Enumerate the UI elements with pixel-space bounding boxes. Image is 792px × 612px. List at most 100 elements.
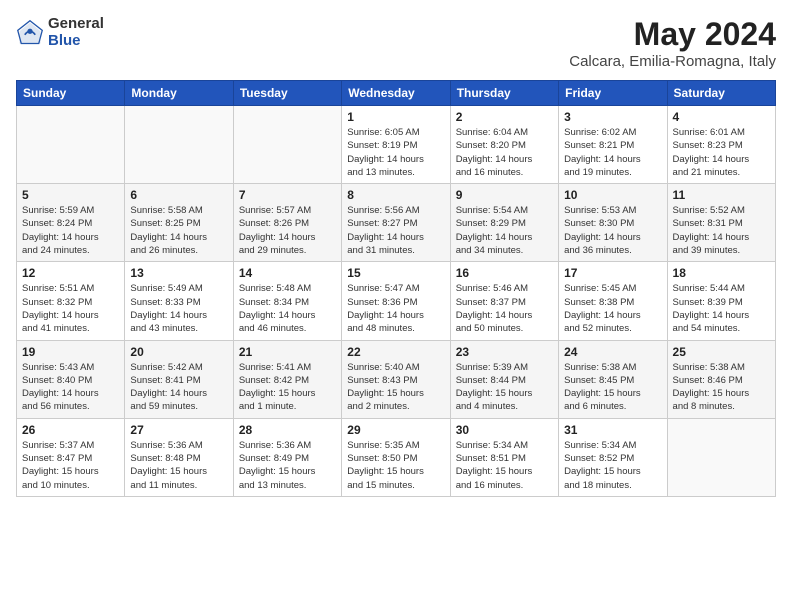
day-number: 30	[456, 423, 553, 437]
day-info: Sunrise: 5:40 AM Sunset: 8:43 PM Dayligh…	[347, 361, 444, 414]
title-block: May 2024 Calcara, Emilia-Romagna, Italy	[569, 16, 776, 70]
day-info: Sunrise: 5:53 AM Sunset: 8:30 PM Dayligh…	[564, 204, 661, 257]
calendar-cell: 28 Sunrise: 5:36 AM Sunset: 8:49 PM Dayli…	[233, 418, 341, 496]
calendar-cell: 16 Sunrise: 5:46 AM Sunset: 8:37 PM Dayli…	[450, 262, 558, 340]
day-info: Sunrise: 5:56 AM Sunset: 8:27 PM Dayligh…	[347, 204, 444, 257]
calendar-cell: 29Sunrise: 5:35 AM Sunset: 8:50 PM Dayli…	[342, 418, 450, 496]
day-info: Sunrise: 5:45 AM Sunset: 8:38 PM Dayligh…	[564, 282, 661, 335]
logo-blue-text: Blue	[48, 33, 104, 50]
calendar-cell: 10 Sunrise: 5:53 AM Sunset: 8:30 PM Dayli…	[559, 184, 667, 262]
day-info: Sunrise: 6:05 AM Sunset: 8:19 PM Dayligh…	[347, 126, 444, 179]
day-number: 19	[22, 345, 119, 359]
header-tuesday: Tuesday	[233, 81, 341, 106]
calendar-cell: 15 Sunrise: 5:47 AM Sunset: 8:36 PM Dayli…	[342, 262, 450, 340]
calendar-table: SundayMondayTuesdayWednesdayThursdayFrid…	[16, 80, 776, 497]
calendar-week-3: 12 Sunrise: 5:51 AM Sunset: 8:32 PM Dayli…	[17, 262, 776, 340]
calendar-cell: 18 Sunrise: 5:44 AM Sunset: 8:39 PM Dayli…	[667, 262, 775, 340]
calendar-cell: 24Sunrise: 5:38 AM Sunset: 8:45 PM Dayli…	[559, 340, 667, 418]
day-number: 11	[673, 188, 770, 202]
day-number: 16	[456, 266, 553, 280]
calendar-cell: 20Sunrise: 5:42 AM Sunset: 8:41 PM Dayli…	[125, 340, 233, 418]
calendar-location: Calcara, Emilia-Romagna, Italy	[569, 53, 776, 70]
logo-general-text: General	[48, 16, 104, 33]
calendar-cell: 8 Sunrise: 5:56 AM Sunset: 8:27 PM Daylig…	[342, 184, 450, 262]
calendar-header-row: SundayMondayTuesdayWednesdayThursdayFrid…	[17, 81, 776, 106]
calendar-cell: 14Sunrise: 5:48 AM Sunset: 8:34 PM Dayli…	[233, 262, 341, 340]
day-number: 29	[347, 423, 444, 437]
day-info: Sunrise: 5:38 AM Sunset: 8:46 PM Dayligh…	[673, 361, 770, 414]
day-info: Sunrise: 5:49 AM Sunset: 8:33 PM Dayligh…	[130, 282, 227, 335]
calendar-cell: 13 Sunrise: 5:49 AM Sunset: 8:33 PM Dayli…	[125, 262, 233, 340]
day-number: 7	[239, 188, 336, 202]
day-info: Sunrise: 5:34 AM Sunset: 8:52 PM Dayligh…	[564, 439, 661, 492]
day-info: Sunrise: 5:59 AM Sunset: 8:24 PM Dayligh…	[22, 204, 119, 257]
calendar-cell: 21 Sunrise: 5:41 AM Sunset: 8:42 PM Dayli…	[233, 340, 341, 418]
day-info: Sunrise: 6:01 AM Sunset: 8:23 PM Dayligh…	[673, 126, 770, 179]
calendar-cell: 25 Sunrise: 5:38 AM Sunset: 8:46 PM Dayli…	[667, 340, 775, 418]
calendar-cell: 1 Sunrise: 6:05 AM Sunset: 8:19 PM Daylig…	[342, 106, 450, 184]
day-number: 8	[347, 188, 444, 202]
day-number: 21	[239, 345, 336, 359]
logo: General Blue	[16, 16, 104, 49]
day-number: 4	[673, 110, 770, 124]
day-number: 26	[22, 423, 119, 437]
day-info: Sunrise: 5:51 AM Sunset: 8:32 PM Dayligh…	[22, 282, 119, 335]
calendar-week-5: 26 Sunrise: 5:37 AM Sunset: 8:47 PM Dayli…	[17, 418, 776, 496]
calendar-cell	[125, 106, 233, 184]
calendar-cell: 4 Sunrise: 6:01 AM Sunset: 8:23 PM Daylig…	[667, 106, 775, 184]
day-number: 27	[130, 423, 227, 437]
day-info: Sunrise: 5:47 AM Sunset: 8:36 PM Dayligh…	[347, 282, 444, 335]
header-monday: Monday	[125, 81, 233, 106]
day-info: Sunrise: 6:04 AM Sunset: 8:20 PM Dayligh…	[456, 126, 553, 179]
day-info: Sunrise: 5:52 AM Sunset: 8:31 PM Dayligh…	[673, 204, 770, 257]
day-number: 31	[564, 423, 661, 437]
day-number: 1	[347, 110, 444, 124]
day-info: Sunrise: 5:43 AM Sunset: 8:40 PM Dayligh…	[22, 361, 119, 414]
day-info: Sunrise: 5:36 AM Sunset: 8:49 PM Dayligh…	[239, 439, 336, 492]
calendar-cell	[233, 106, 341, 184]
day-info: Sunrise: 5:58 AM Sunset: 8:25 PM Dayligh…	[130, 204, 227, 257]
day-info: Sunrise: 5:34 AM Sunset: 8:51 PM Dayligh…	[456, 439, 553, 492]
header-friday: Friday	[559, 81, 667, 106]
day-info: Sunrise: 6:02 AM Sunset: 8:21 PM Dayligh…	[564, 126, 661, 179]
calendar-cell: 19 Sunrise: 5:43 AM Sunset: 8:40 PM Dayli…	[17, 340, 125, 418]
day-number: 23	[456, 345, 553, 359]
calendar-cell: 26 Sunrise: 5:37 AM Sunset: 8:47 PM Dayli…	[17, 418, 125, 496]
day-number: 22	[347, 345, 444, 359]
day-info: Sunrise: 5:48 AM Sunset: 8:34 PM Dayligh…	[239, 282, 336, 335]
day-number: 9	[456, 188, 553, 202]
day-number: 18	[673, 266, 770, 280]
calendar-cell: 2 Sunrise: 6:04 AM Sunset: 8:20 PM Daylig…	[450, 106, 558, 184]
calendar-cell: 11 Sunrise: 5:52 AM Sunset: 8:31 PM Dayli…	[667, 184, 775, 262]
calendar-week-4: 19 Sunrise: 5:43 AM Sunset: 8:40 PM Dayli…	[17, 340, 776, 418]
calendar-cell: 31 Sunrise: 5:34 AM Sunset: 8:52 PM Dayli…	[559, 418, 667, 496]
day-number: 10	[564, 188, 661, 202]
day-info: Sunrise: 5:46 AM Sunset: 8:37 PM Dayligh…	[456, 282, 553, 335]
calendar-week-2: 5 Sunrise: 5:59 AM Sunset: 8:24 PM Daylig…	[17, 184, 776, 262]
calendar-title: May 2024	[569, 16, 776, 53]
day-info: Sunrise: 5:38 AM Sunset: 8:45 PM Dayligh…	[564, 361, 661, 414]
day-info: Sunrise: 5:42 AM Sunset: 8:41 PM Dayligh…	[130, 361, 227, 414]
calendar-cell: 17Sunrise: 5:45 AM Sunset: 8:38 PM Dayli…	[559, 262, 667, 340]
calendar-cell: 30 Sunrise: 5:34 AM Sunset: 8:51 PM Dayli…	[450, 418, 558, 496]
calendar-cell: 27 Sunrise: 5:36 AM Sunset: 8:48 PM Dayli…	[125, 418, 233, 496]
calendar-cell: 22 Sunrise: 5:40 AM Sunset: 8:43 PM Dayli…	[342, 340, 450, 418]
day-number: 15	[347, 266, 444, 280]
day-number: 5	[22, 188, 119, 202]
day-info: Sunrise: 5:54 AM Sunset: 8:29 PM Dayligh…	[456, 204, 553, 257]
day-number: 28	[239, 423, 336, 437]
day-number: 2	[456, 110, 553, 124]
day-info: Sunrise: 5:41 AM Sunset: 8:42 PM Dayligh…	[239, 361, 336, 414]
header-wednesday: Wednesday	[342, 81, 450, 106]
day-number: 25	[673, 345, 770, 359]
day-info: Sunrise: 5:44 AM Sunset: 8:39 PM Dayligh…	[673, 282, 770, 335]
day-number: 13	[130, 266, 227, 280]
day-info: Sunrise: 5:37 AM Sunset: 8:47 PM Dayligh…	[22, 439, 119, 492]
day-number: 12	[22, 266, 119, 280]
calendar-cell: 23 Sunrise: 5:39 AM Sunset: 8:44 PM Dayli…	[450, 340, 558, 418]
header-saturday: Saturday	[667, 81, 775, 106]
day-info: Sunrise: 5:39 AM Sunset: 8:44 PM Dayligh…	[456, 361, 553, 414]
calendar-cell: 5 Sunrise: 5:59 AM Sunset: 8:24 PM Daylig…	[17, 184, 125, 262]
day-info: Sunrise: 5:36 AM Sunset: 8:48 PM Dayligh…	[130, 439, 227, 492]
calendar-cell	[17, 106, 125, 184]
